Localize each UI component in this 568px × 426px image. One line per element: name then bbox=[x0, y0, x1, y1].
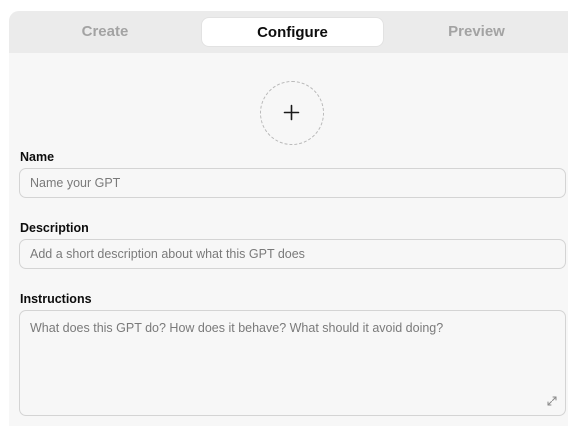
description-input[interactable] bbox=[19, 239, 566, 269]
instructions-textarea[interactable] bbox=[19, 310, 566, 416]
name-label: Name bbox=[20, 150, 55, 164]
gpt-editor-panel: Create Configure Preview Name Descriptio… bbox=[9, 11, 568, 426]
tab-create[interactable]: Create bbox=[9, 11, 201, 53]
plus-icon bbox=[283, 104, 300, 121]
tab-bar: Create Configure Preview bbox=[9, 11, 568, 53]
description-label: Description bbox=[20, 221, 89, 235]
expand-icon[interactable] bbox=[546, 395, 558, 407]
instructions-label: Instructions bbox=[20, 292, 92, 306]
avatar-upload-button[interactable] bbox=[260, 81, 324, 145]
tab-configure[interactable]: Configure bbox=[201, 17, 384, 47]
name-input[interactable] bbox=[19, 168, 566, 198]
tab-preview[interactable]: Preview bbox=[385, 11, 568, 53]
